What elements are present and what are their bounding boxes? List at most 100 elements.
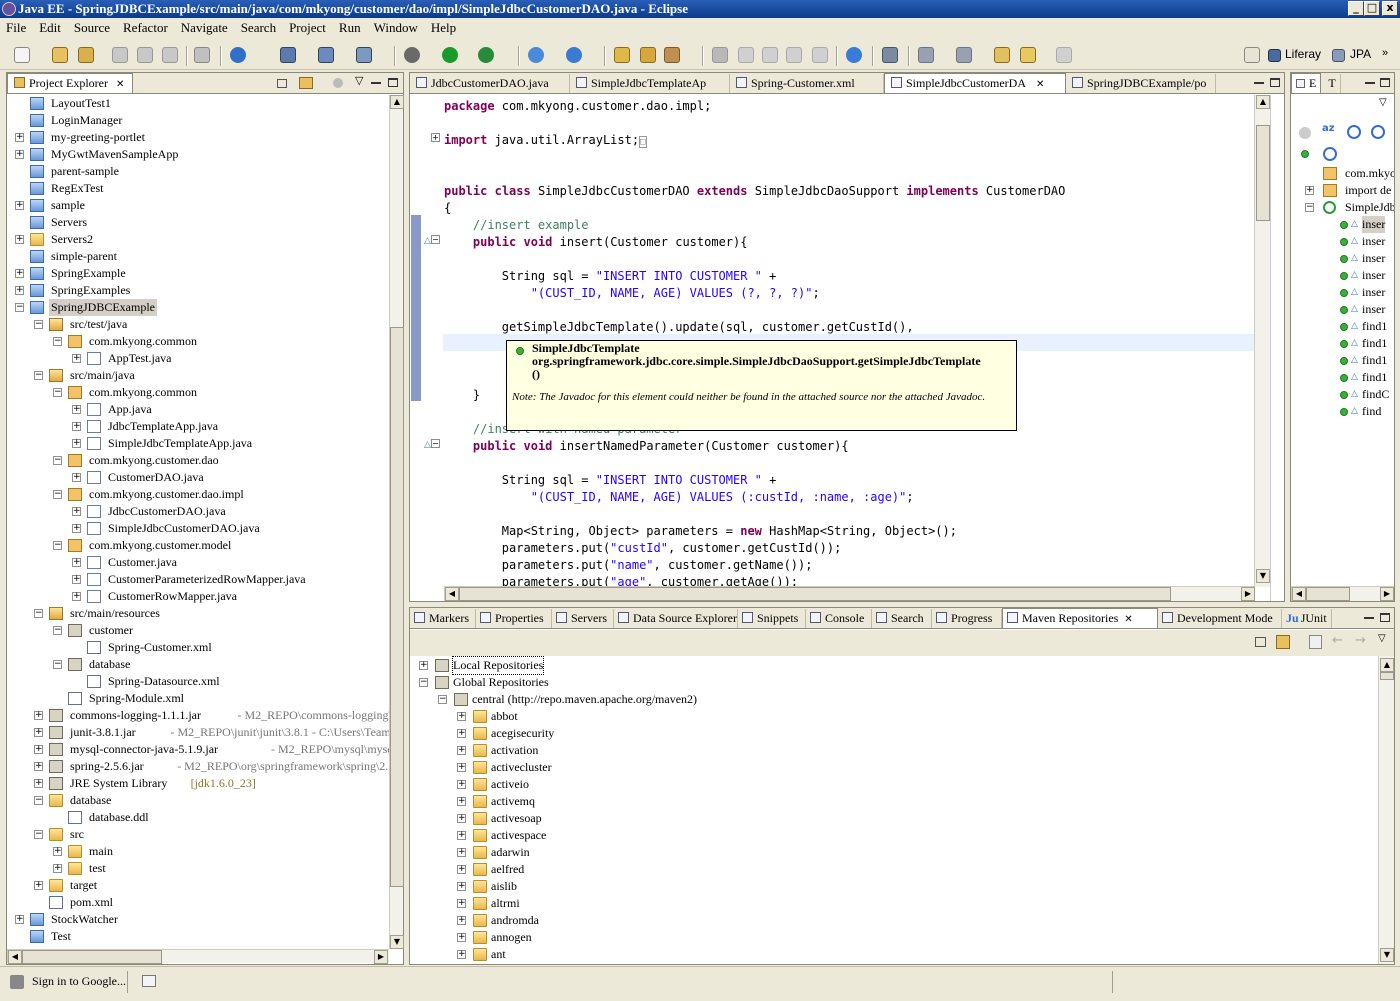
tree-item[interactable]: + target: [7, 877, 389, 894]
tree-item[interactable]: + junit-3.8.1.jar - M2_REPO\junit\junit\3…: [7, 724, 389, 741]
scroll-down-icon[interactable]: ▼: [390, 935, 404, 949]
link-icon[interactable]: [1276, 635, 1290, 649]
hide-fields-icon[interactable]: [1299, 127, 1311, 139]
repo-item[interactable]: + andromda: [410, 912, 1370, 929]
collapse-icon[interactable]: −: [34, 796, 43, 805]
expand-icon[interactable]: +: [457, 729, 466, 738]
tree-item[interactable]: + commons-logging-1.1.1.jar - M2_REPO\com…: [7, 707, 389, 724]
outline-item[interactable]: △ find: [1291, 403, 1394, 420]
bottom-tab[interactable]: Maven Repositories ✕: [1002, 608, 1158, 628]
outline-item[interactable]: △ inser: [1291, 233, 1394, 250]
tree-item[interactable]: + JRE System Library [jdk1.6.0_23]: [7, 775, 389, 792]
bottom-tab[interactable]: Development Mode: [1158, 609, 1282, 628]
chevron-down-icon[interactable]: ▽: [1379, 97, 1387, 108]
tree-item[interactable]: + test: [7, 860, 389, 877]
expand-icon[interactable]: +: [457, 814, 466, 823]
close-window-button[interactable]: x: [1382, 1, 1398, 16]
expand-icon[interactable]: +: [34, 711, 43, 720]
tree-item[interactable]: − src: [7, 826, 389, 843]
editor-hscroll-thumb[interactable]: [459, 587, 1171, 601]
scroll-right-icon[interactable]: ▶: [374, 950, 388, 964]
expand-icon[interactable]: +: [457, 865, 466, 874]
expand-icon[interactable]: +: [457, 848, 466, 857]
outline-item[interactable]: − SimpleJdb: [1291, 199, 1394, 216]
repo-item[interactable]: + altrmi: [410, 895, 1370, 912]
maximize-view-icon[interactable]: [1380, 613, 1390, 622]
expand-icon[interactable]: +: [457, 882, 466, 891]
expand-icon[interactable]: +: [53, 847, 62, 856]
minimize-button[interactable]: _: [1348, 1, 1364, 16]
home-icon[interactable]: [1309, 635, 1322, 649]
expand-icon[interactable]: +: [34, 745, 43, 754]
outline-item[interactable]: △ inser: [1291, 267, 1394, 284]
maximize-view-icon[interactable]: [1380, 78, 1390, 87]
scroll-down-icon[interactable]: ▼: [1380, 948, 1394, 962]
expand-icon[interactable]: +: [457, 950, 466, 959]
collapse-all-icon[interactable]: [1255, 637, 1266, 647]
hide-local-types-icon[interactable]: [1301, 150, 1309, 158]
repo-item[interactable]: + aelfred: [410, 861, 1370, 878]
repo-item[interactable]: + activesoap: [410, 810, 1370, 827]
tree-item[interactable]: database.ddl: [7, 809, 389, 826]
repo-item[interactable]: + abbot: [410, 708, 1370, 725]
expand-icon[interactable]: +: [15, 915, 24, 924]
expand-icon[interactable]: +: [457, 797, 466, 806]
back-arrow-icon[interactable]: ←: [1332, 633, 1343, 648]
expand-icon[interactable]: +: [34, 779, 43, 788]
scroll-up-icon[interactable]: ▲: [1256, 95, 1270, 109]
tree-item[interactable]: + StockWatcher: [7, 911, 389, 928]
outline-hscroll-thumb[interactable]: [1306, 587, 1350, 601]
tree-item[interactable]: Spring-Module.xml: [7, 690, 389, 707]
maven-vscrollbar[interactable]: ▲ ▼: [1378, 656, 1394, 964]
minimize-view-icon[interactable]: [1364, 617, 1374, 619]
outline-item[interactable]: com.mkyo: [1291, 165, 1394, 182]
hide-nonpublic-icon[interactable]: [1371, 125, 1385, 139]
more-perspectives-icon[interactable]: »: [1382, 47, 1388, 59]
collapse-icon[interactable]: −: [1305, 203, 1314, 212]
bottom-tab[interactable]: Snippets: [738, 609, 806, 628]
expand-icon[interactable]: +: [457, 712, 466, 721]
collapse-icon[interactable]: −: [53, 626, 62, 635]
collapse-icon[interactable]: −: [53, 660, 62, 669]
bottom-tab[interactable]: Data Source Explorer: [614, 609, 738, 628]
repo-item[interactable]: + annogen: [410, 929, 1370, 946]
scroll-up-icon[interactable]: ▲: [1380, 658, 1394, 672]
repo-item[interactable]: + activespace: [410, 827, 1370, 844]
tree-item[interactable]: − src/main/resources: [7, 605, 389, 622]
repo-item[interactable]: + activecluster: [410, 759, 1370, 776]
tree-item[interactable]: Test: [7, 928, 389, 945]
bottom-tab[interactable]: Markers: [410, 609, 476, 628]
expand-icon[interactable]: +: [457, 746, 466, 755]
outline-item[interactable]: △ find1: [1291, 369, 1394, 386]
expand-icon[interactable]: +: [34, 762, 43, 771]
repo-item[interactable]: + activation: [410, 742, 1370, 759]
chevron-down-icon[interactable]: ▽: [1378, 633, 1386, 644]
scroll-left-icon[interactable]: ◀: [1292, 587, 1306, 601]
outline-item[interactable]: △ findC: [1291, 386, 1394, 403]
editor-vscrollbar[interactable]: ▲ ▼: [1254, 95, 1270, 587]
tree-item[interactable]: − database: [7, 792, 389, 809]
tab-task-list[interactable]: T: [1324, 74, 1341, 93]
outline-item[interactable]: △ inser: [1291, 284, 1394, 301]
fast-view-icon[interactable]: [142, 975, 156, 987]
bottom-tab[interactable]: Ju JUnit: [1282, 609, 1332, 628]
expand-icon[interactable]: +: [1305, 186, 1314, 195]
repo-item[interactable]: + Local Repositories: [410, 656, 1370, 675]
perspective-liferay[interactable]: Liferay: [1285, 47, 1321, 61]
collapse-icon[interactable]: −: [34, 609, 43, 618]
expand-icon[interactable]: +: [457, 899, 466, 908]
outline-item[interactable]: △ inser: [1291, 250, 1394, 267]
sort-icon[interactable]: az: [1322, 123, 1335, 134]
forward-arrow-icon[interactable]: →: [1355, 633, 1366, 648]
collapse-icon[interactable]: −: [419, 678, 428, 687]
minimize-view-icon[interactable]: [1365, 82, 1375, 84]
expand-icon[interactable]: +: [34, 881, 43, 890]
close-icon[interactable]: ✕: [1124, 614, 1132, 625]
tree-item[interactable]: − customer: [7, 622, 389, 639]
bottom-tab[interactable]: Search: [872, 609, 932, 628]
repo-item[interactable]: + activemq: [410, 793, 1370, 810]
link-editor-icon[interactable]: [1323, 147, 1337, 161]
outline-item[interactable]: △ find1: [1291, 335, 1394, 352]
bottom-tab[interactable]: Properties: [476, 609, 552, 628]
scroll-left-icon[interactable]: ◀: [8, 950, 22, 964]
